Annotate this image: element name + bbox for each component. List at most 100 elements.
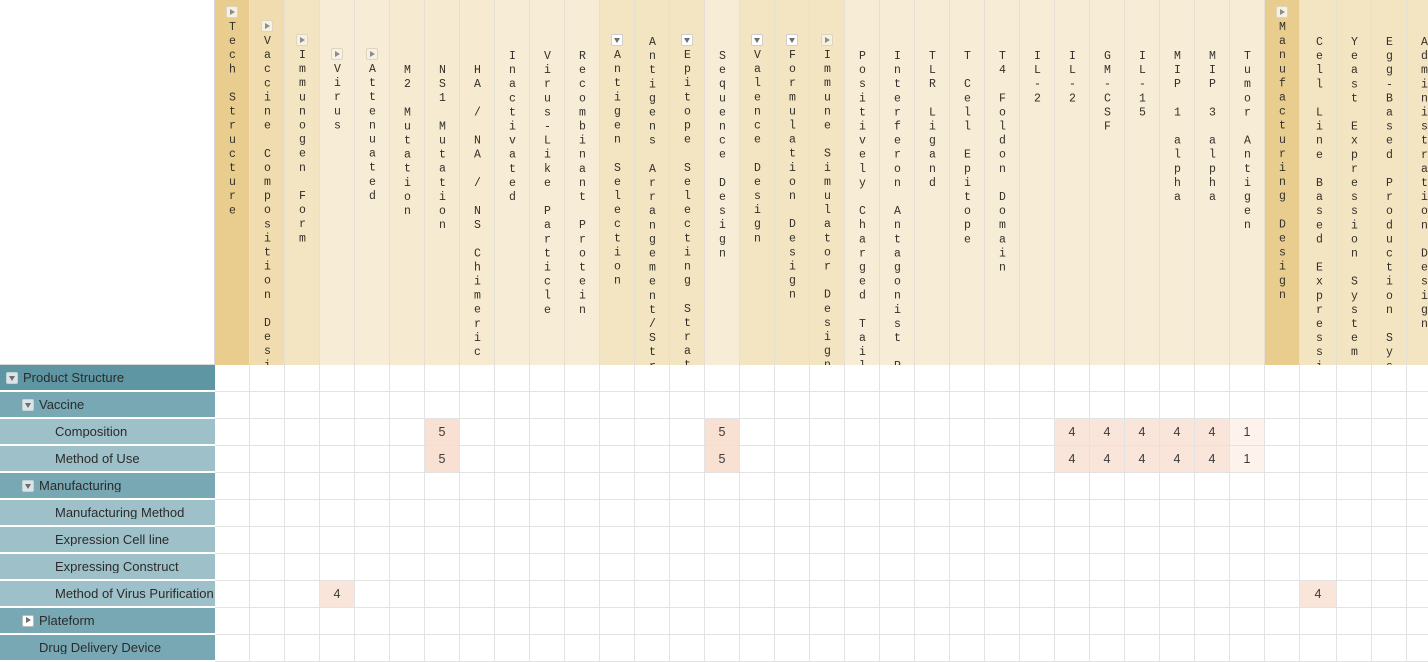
matrix-cell-empty[interactable] bbox=[285, 365, 320, 392]
matrix-cell-empty[interactable] bbox=[775, 419, 810, 446]
matrix-cell-empty[interactable] bbox=[565, 500, 600, 527]
column-header[interactable]: MIP 3 alpha bbox=[1195, 0, 1230, 365]
matrix-cell-value[interactable]: 4 bbox=[1195, 419, 1230, 446]
matrix-cell-empty[interactable] bbox=[985, 392, 1020, 419]
matrix-cell-empty[interactable] bbox=[810, 554, 845, 581]
matrix-cell-empty[interactable] bbox=[1407, 500, 1428, 527]
column-header[interactable]: NS1 Mutation bbox=[425, 0, 460, 365]
matrix-cell-empty[interactable] bbox=[495, 365, 530, 392]
matrix-cell-empty[interactable] bbox=[460, 446, 495, 473]
column-header[interactable]: Recombinant Protein bbox=[565, 0, 600, 365]
matrix-cell-empty[interactable] bbox=[1230, 500, 1265, 527]
matrix-cell-empty[interactable] bbox=[985, 500, 1020, 527]
column-header[interactable]: Positively Charged Tail bbox=[845, 0, 880, 365]
matrix-cell-empty[interactable] bbox=[1020, 365, 1055, 392]
matrix-cell-empty[interactable] bbox=[810, 635, 845, 662]
matrix-cell-empty[interactable] bbox=[495, 473, 530, 500]
matrix-cell-empty[interactable] bbox=[1407, 608, 1428, 635]
matrix-cell-empty[interactable] bbox=[1020, 608, 1055, 635]
matrix-cell-empty[interactable] bbox=[285, 608, 320, 635]
matrix-cell-empty[interactable] bbox=[1372, 419, 1407, 446]
matrix-cell-empty[interactable] bbox=[705, 554, 740, 581]
matrix-cell-empty[interactable] bbox=[740, 554, 775, 581]
matrix-cell-empty[interactable] bbox=[1125, 392, 1160, 419]
matrix-cell-empty[interactable] bbox=[775, 581, 810, 608]
matrix-cell-empty[interactable] bbox=[880, 608, 915, 635]
matrix-cell-empty[interactable] bbox=[915, 527, 950, 554]
matrix-cell-empty[interactable] bbox=[1300, 608, 1337, 635]
matrix-cell-empty[interactable] bbox=[1300, 554, 1337, 581]
matrix-cell-empty[interactable] bbox=[1020, 500, 1055, 527]
matrix-cell-empty[interactable] bbox=[845, 608, 880, 635]
matrix-cell-empty[interactable] bbox=[740, 446, 775, 473]
matrix-cell-empty[interactable] bbox=[845, 581, 880, 608]
matrix-cell-empty[interactable] bbox=[495, 500, 530, 527]
matrix-cell-empty[interactable] bbox=[950, 446, 985, 473]
column-header[interactable]: Antigen Selection bbox=[600, 0, 635, 365]
matrix-cell-empty[interactable] bbox=[320, 554, 355, 581]
matrix-cell-empty[interactable] bbox=[740, 392, 775, 419]
matrix-cell-empty[interactable] bbox=[425, 365, 460, 392]
matrix-cell-empty[interactable] bbox=[1090, 473, 1125, 500]
matrix-cell-empty[interactable] bbox=[425, 581, 460, 608]
matrix-cell-value[interactable]: 1 bbox=[1230, 446, 1265, 473]
matrix-cell-empty[interactable] bbox=[1195, 635, 1230, 662]
matrix-cell-value[interactable]: 5 bbox=[705, 446, 740, 473]
matrix-cell-empty[interactable] bbox=[1265, 365, 1300, 392]
matrix-cell-empty[interactable] bbox=[950, 581, 985, 608]
matrix-cell-empty[interactable] bbox=[740, 608, 775, 635]
column-header[interactable]: Formulation Design bbox=[775, 0, 810, 365]
matrix-cell-empty[interactable] bbox=[1125, 635, 1160, 662]
matrix-cell-empty[interactable] bbox=[670, 446, 705, 473]
matrix-cell-empty[interactable] bbox=[600, 446, 635, 473]
matrix-cell-empty[interactable] bbox=[880, 527, 915, 554]
column-expand-triangle-icon[interactable] bbox=[226, 6, 238, 18]
matrix-cell-empty[interactable] bbox=[460, 419, 495, 446]
matrix-cell-empty[interactable] bbox=[1090, 527, 1125, 554]
matrix-cell-empty[interactable] bbox=[1230, 554, 1265, 581]
matrix-cell-empty[interactable] bbox=[600, 500, 635, 527]
matrix-cell-empty[interactable] bbox=[670, 419, 705, 446]
row-expand-triangle-icon[interactable] bbox=[22, 614, 34, 627]
matrix-cell-value[interactable]: 5 bbox=[425, 446, 460, 473]
matrix-cell-empty[interactable] bbox=[1230, 527, 1265, 554]
matrix-cell-empty[interactable] bbox=[1372, 635, 1407, 662]
matrix-cell-empty[interactable] bbox=[600, 554, 635, 581]
matrix-cell-value[interactable]: 4 bbox=[1195, 446, 1230, 473]
matrix-cell-empty[interactable] bbox=[950, 500, 985, 527]
matrix-cell-empty[interactable] bbox=[1407, 365, 1428, 392]
matrix-cell-empty[interactable] bbox=[215, 554, 250, 581]
matrix-cell-empty[interactable] bbox=[285, 473, 320, 500]
matrix-cell-empty[interactable] bbox=[285, 500, 320, 527]
column-header[interactable]: IL-15 bbox=[1125, 0, 1160, 365]
matrix-cell-empty[interactable] bbox=[1195, 608, 1230, 635]
matrix-cell-empty[interactable] bbox=[635, 554, 670, 581]
matrix-cell-empty[interactable] bbox=[845, 635, 880, 662]
matrix-cell-empty[interactable] bbox=[1372, 527, 1407, 554]
matrix-cell-empty[interactable] bbox=[775, 608, 810, 635]
matrix-cell-empty[interactable] bbox=[1372, 446, 1407, 473]
matrix-cell-empty[interactable] bbox=[1195, 554, 1230, 581]
row-header[interactable]: Expression Cell line bbox=[0, 527, 215, 554]
matrix-cell-empty[interactable] bbox=[250, 446, 285, 473]
matrix-cell-empty[interactable] bbox=[425, 527, 460, 554]
column-header[interactable]: M2 Mutation bbox=[390, 0, 425, 365]
row-header[interactable]: Composition bbox=[0, 419, 215, 446]
matrix-cell-empty[interactable] bbox=[1337, 392, 1372, 419]
matrix-cell-empty[interactable] bbox=[1055, 608, 1090, 635]
matrix-cell-empty[interactable] bbox=[985, 581, 1020, 608]
matrix-cell-empty[interactable] bbox=[1195, 527, 1230, 554]
matrix-cell-empty[interactable] bbox=[215, 419, 250, 446]
matrix-cell-empty[interactable] bbox=[740, 419, 775, 446]
matrix-cell-empty[interactable] bbox=[775, 554, 810, 581]
matrix-cell-empty[interactable] bbox=[1265, 419, 1300, 446]
matrix-cell-empty[interactable] bbox=[285, 419, 320, 446]
matrix-cell-empty[interactable] bbox=[495, 392, 530, 419]
matrix-cell-empty[interactable] bbox=[775, 446, 810, 473]
matrix-cell-empty[interactable] bbox=[1160, 365, 1195, 392]
matrix-cell-empty[interactable] bbox=[250, 554, 285, 581]
matrix-cell-empty[interactable] bbox=[635, 419, 670, 446]
matrix-cell-empty[interactable] bbox=[1055, 473, 1090, 500]
matrix-cell-empty[interactable] bbox=[1125, 500, 1160, 527]
matrix-cell-empty[interactable] bbox=[740, 581, 775, 608]
